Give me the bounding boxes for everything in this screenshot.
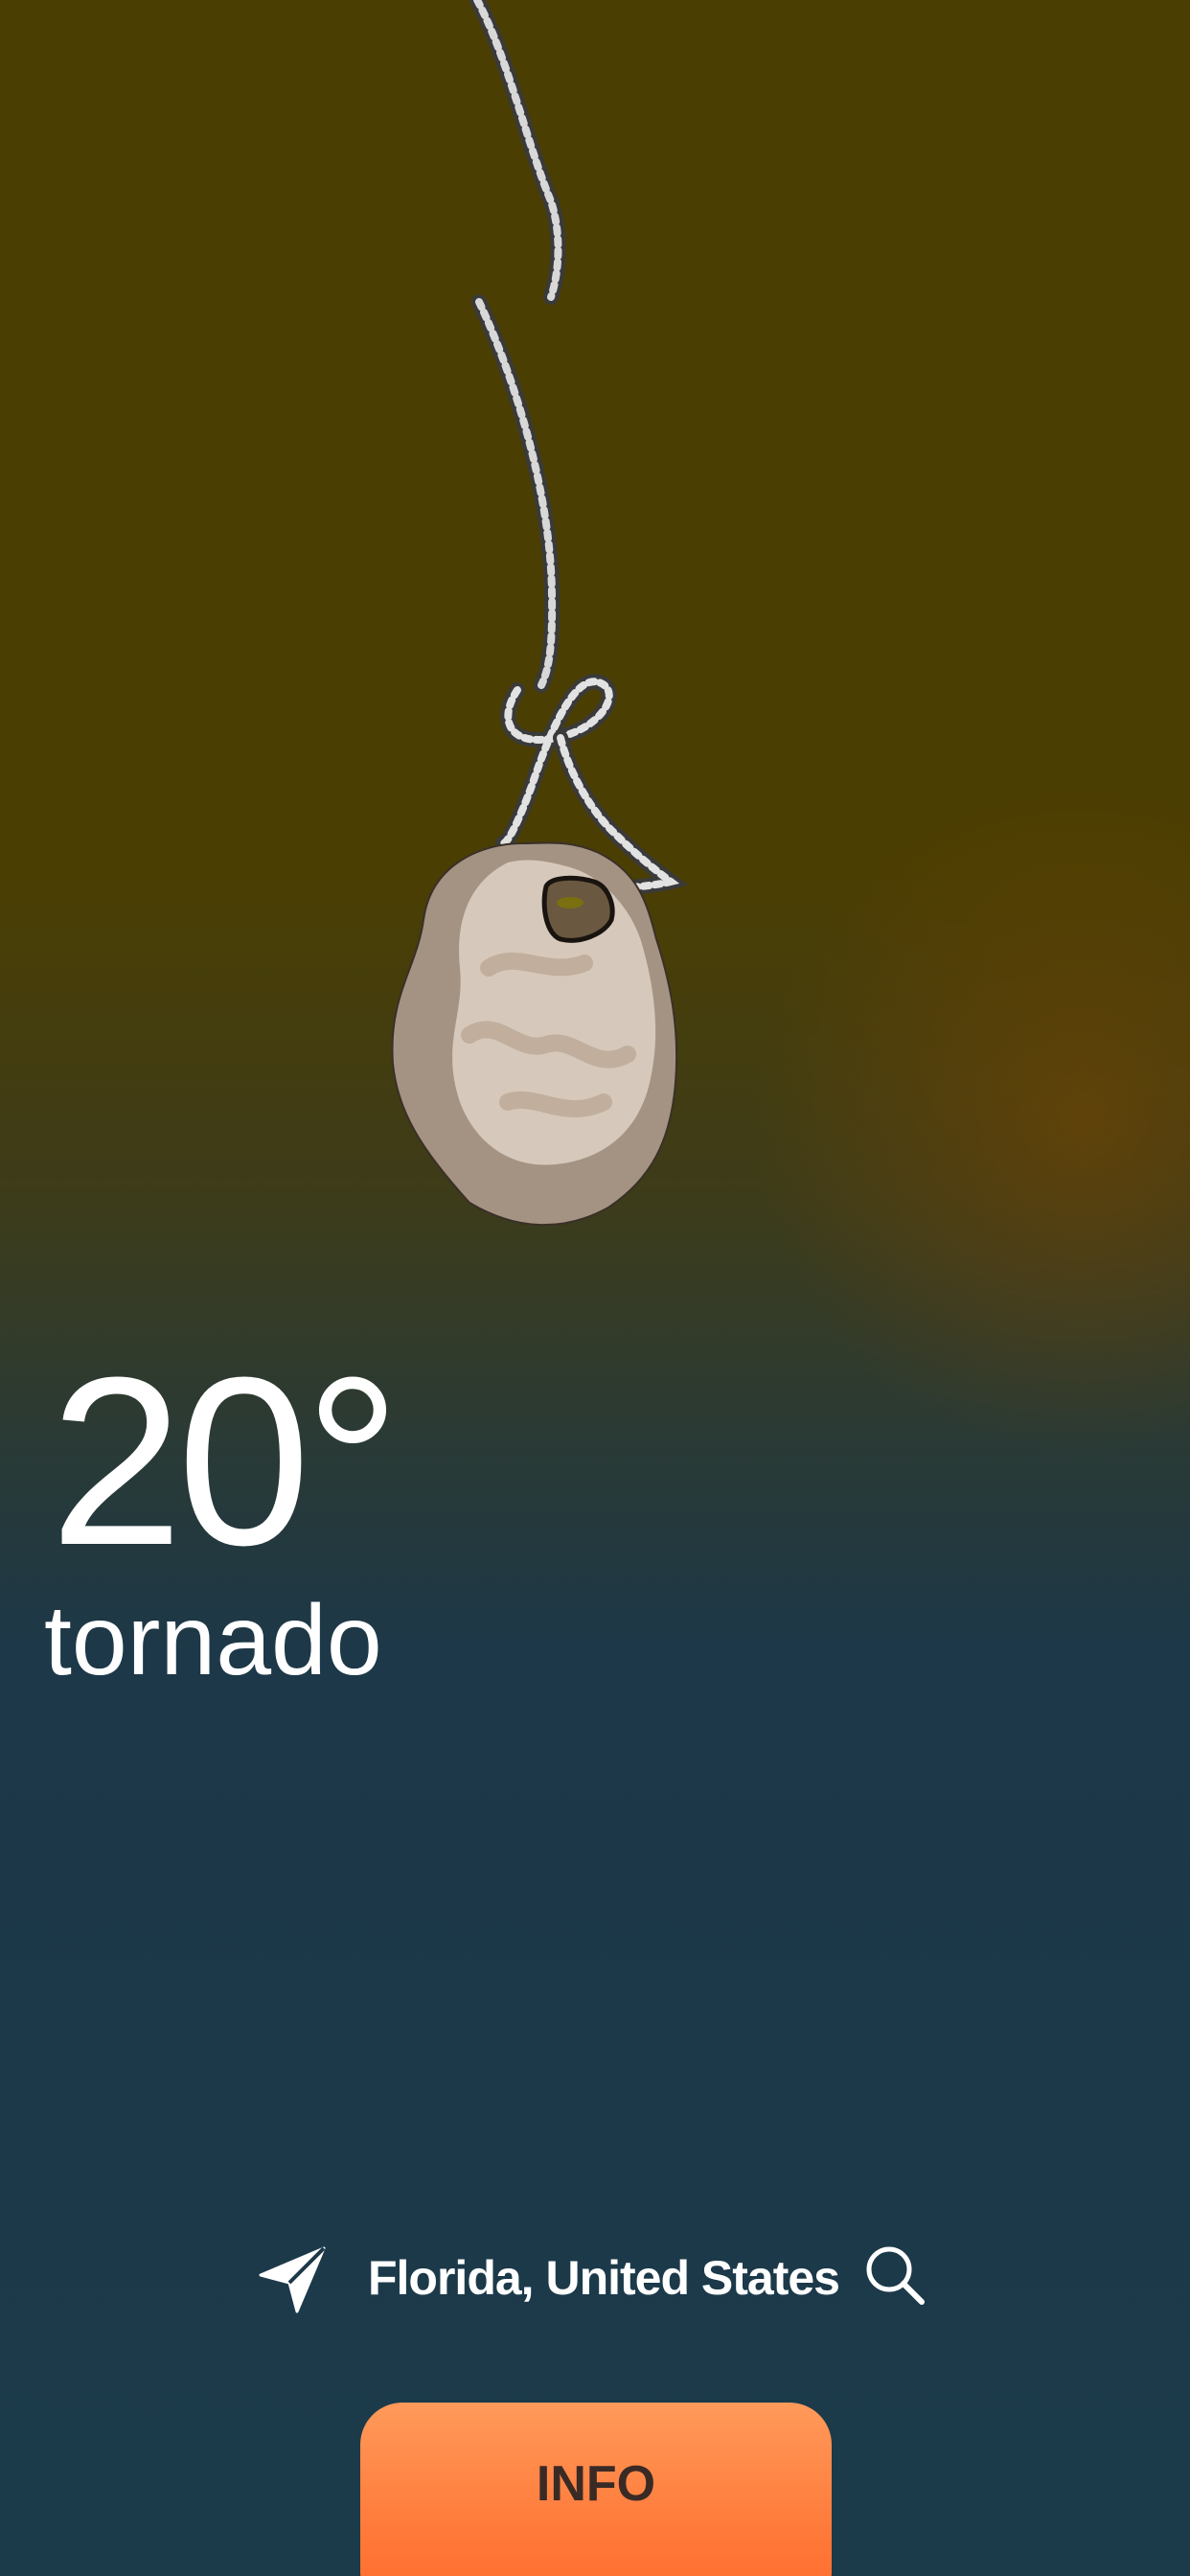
location-arrow-icon xyxy=(259,2246,326,2313)
weather-screen: 20° tornado Florida, United States INFO xyxy=(0,0,1190,2576)
location-name: Florida, United States xyxy=(368,2251,840,2305)
info-button-label: INFO xyxy=(536,2456,656,2512)
search-button[interactable] xyxy=(862,2242,931,2312)
weather-stone-illustration xyxy=(391,0,689,1227)
rope xyxy=(469,0,689,899)
background-glow xyxy=(747,786,1190,1457)
temperature-value: 20° xyxy=(50,1327,400,1595)
location-bar: Florida, United States xyxy=(0,2233,1190,2319)
weather-condition: tornado xyxy=(44,1585,382,1696)
info-button[interactable]: INFO xyxy=(360,2403,832,2576)
locate-button[interactable] xyxy=(255,2241,332,2317)
search-icon xyxy=(866,2246,925,2305)
stone xyxy=(391,841,678,1227)
